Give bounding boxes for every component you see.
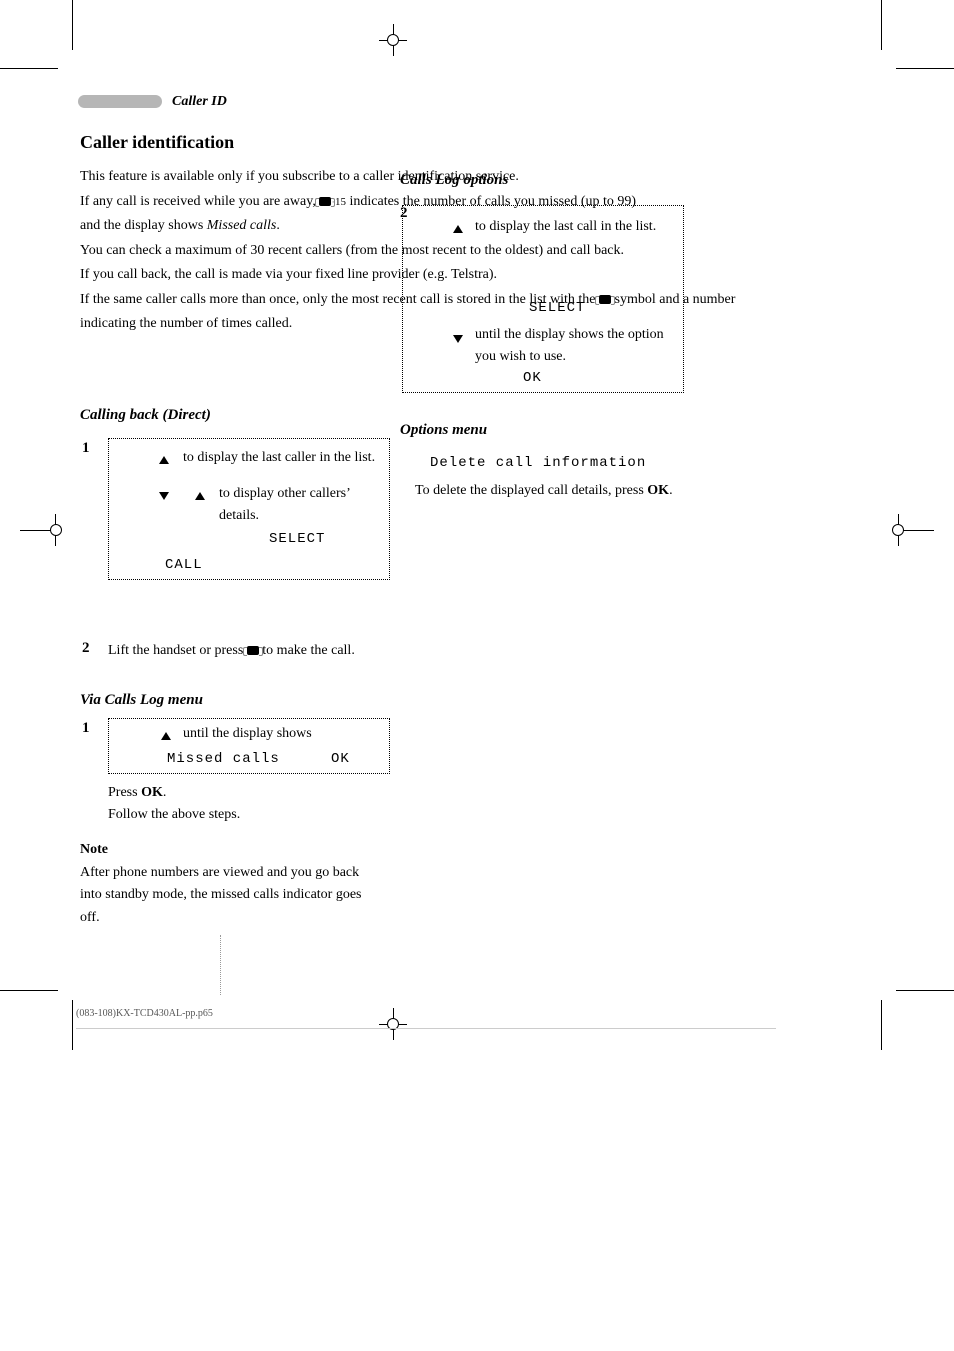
step-number-1: 1 bbox=[82, 440, 90, 457]
registration-mark-left bbox=[20, 514, 56, 546]
delete-call-info-body: To delete the displayed call details, pr… bbox=[415, 480, 685, 502]
footer-divider bbox=[76, 1028, 776, 1029]
section-label: Caller ID bbox=[172, 92, 227, 112]
footer-file-info: (083-108)KX-TCD430AL-pp.p65 bbox=[76, 1008, 213, 1019]
registration-mark-bottom bbox=[357, 1008, 429, 1040]
step-number-2: 2 bbox=[82, 640, 90, 657]
registration-mark-right bbox=[898, 514, 934, 546]
vertical-dots-divider bbox=[220, 935, 221, 995]
mstep-after: Press OK. Follow the above steps. bbox=[108, 782, 388, 827]
mstep-l1: until the display shows bbox=[183, 723, 383, 745]
intro-l3-after: . bbox=[276, 218, 280, 233]
display-box-missed-calls: until the display shows Missed calls OK bbox=[108, 718, 390, 774]
intro-l2-pre: If any call is received while you are aw… bbox=[80, 194, 319, 209]
s1-line1: to display the last caller in the list. bbox=[183, 447, 383, 469]
select-label-r: SELECT bbox=[529, 300, 585, 316]
r-s2-l1: to display the last call in the list. bbox=[475, 216, 675, 238]
note-label: Note bbox=[80, 840, 108, 860]
select-label: SELECT bbox=[269, 531, 325, 547]
s2-body: Lift the handset or press to make the ca… bbox=[108, 640, 388, 662]
phone-icon bbox=[319, 197, 331, 206]
registration-mark-top bbox=[357, 24, 429, 56]
menu-step-number: 1 bbox=[82, 720, 90, 737]
header-pill bbox=[78, 95, 162, 108]
display-box-left-1: to display the last caller in the list. … bbox=[108, 438, 390, 580]
r-s2-l5: until the display shows the option you w… bbox=[475, 324, 675, 369]
arrow-up-icon bbox=[159, 456, 169, 464]
right-subheading-top: Calls Log options bbox=[400, 170, 508, 191]
callback-heading: Calling back (Direct) bbox=[80, 405, 211, 426]
via-calls-log-heading: Via Calls Log menu bbox=[80, 690, 203, 711]
ok-label-r: OK bbox=[523, 370, 542, 386]
phone-icon bbox=[247, 646, 259, 655]
page-title: Caller identification bbox=[80, 130, 234, 155]
display-box-right: to display the last call in the list. To… bbox=[402, 205, 684, 393]
delete-call-info-label: Delete call information bbox=[430, 454, 646, 474]
note-body: After phone numbers are viewed and you g… bbox=[80, 862, 380, 929]
ok-label: OK bbox=[331, 751, 350, 767]
s1-line2: to display other callers’ details. bbox=[219, 483, 387, 528]
missed-count-illustration-num: 15 bbox=[335, 196, 346, 208]
arrow-up-icon bbox=[161, 732, 171, 740]
arrow-up-icon bbox=[195, 492, 205, 500]
call-label: CALL bbox=[165, 557, 203, 573]
arrow-down-icon bbox=[453, 335, 463, 343]
arrow-up-icon bbox=[453, 225, 463, 233]
arrow-down-icon bbox=[159, 492, 169, 500]
options-menu-heading: Options menu bbox=[400, 420, 487, 441]
intro-l3-pre: and the display shows bbox=[80, 218, 203, 233]
missed-calls-text: Missed calls bbox=[167, 751, 280, 767]
intro-l3-italic: Missed calls bbox=[207, 218, 277, 233]
